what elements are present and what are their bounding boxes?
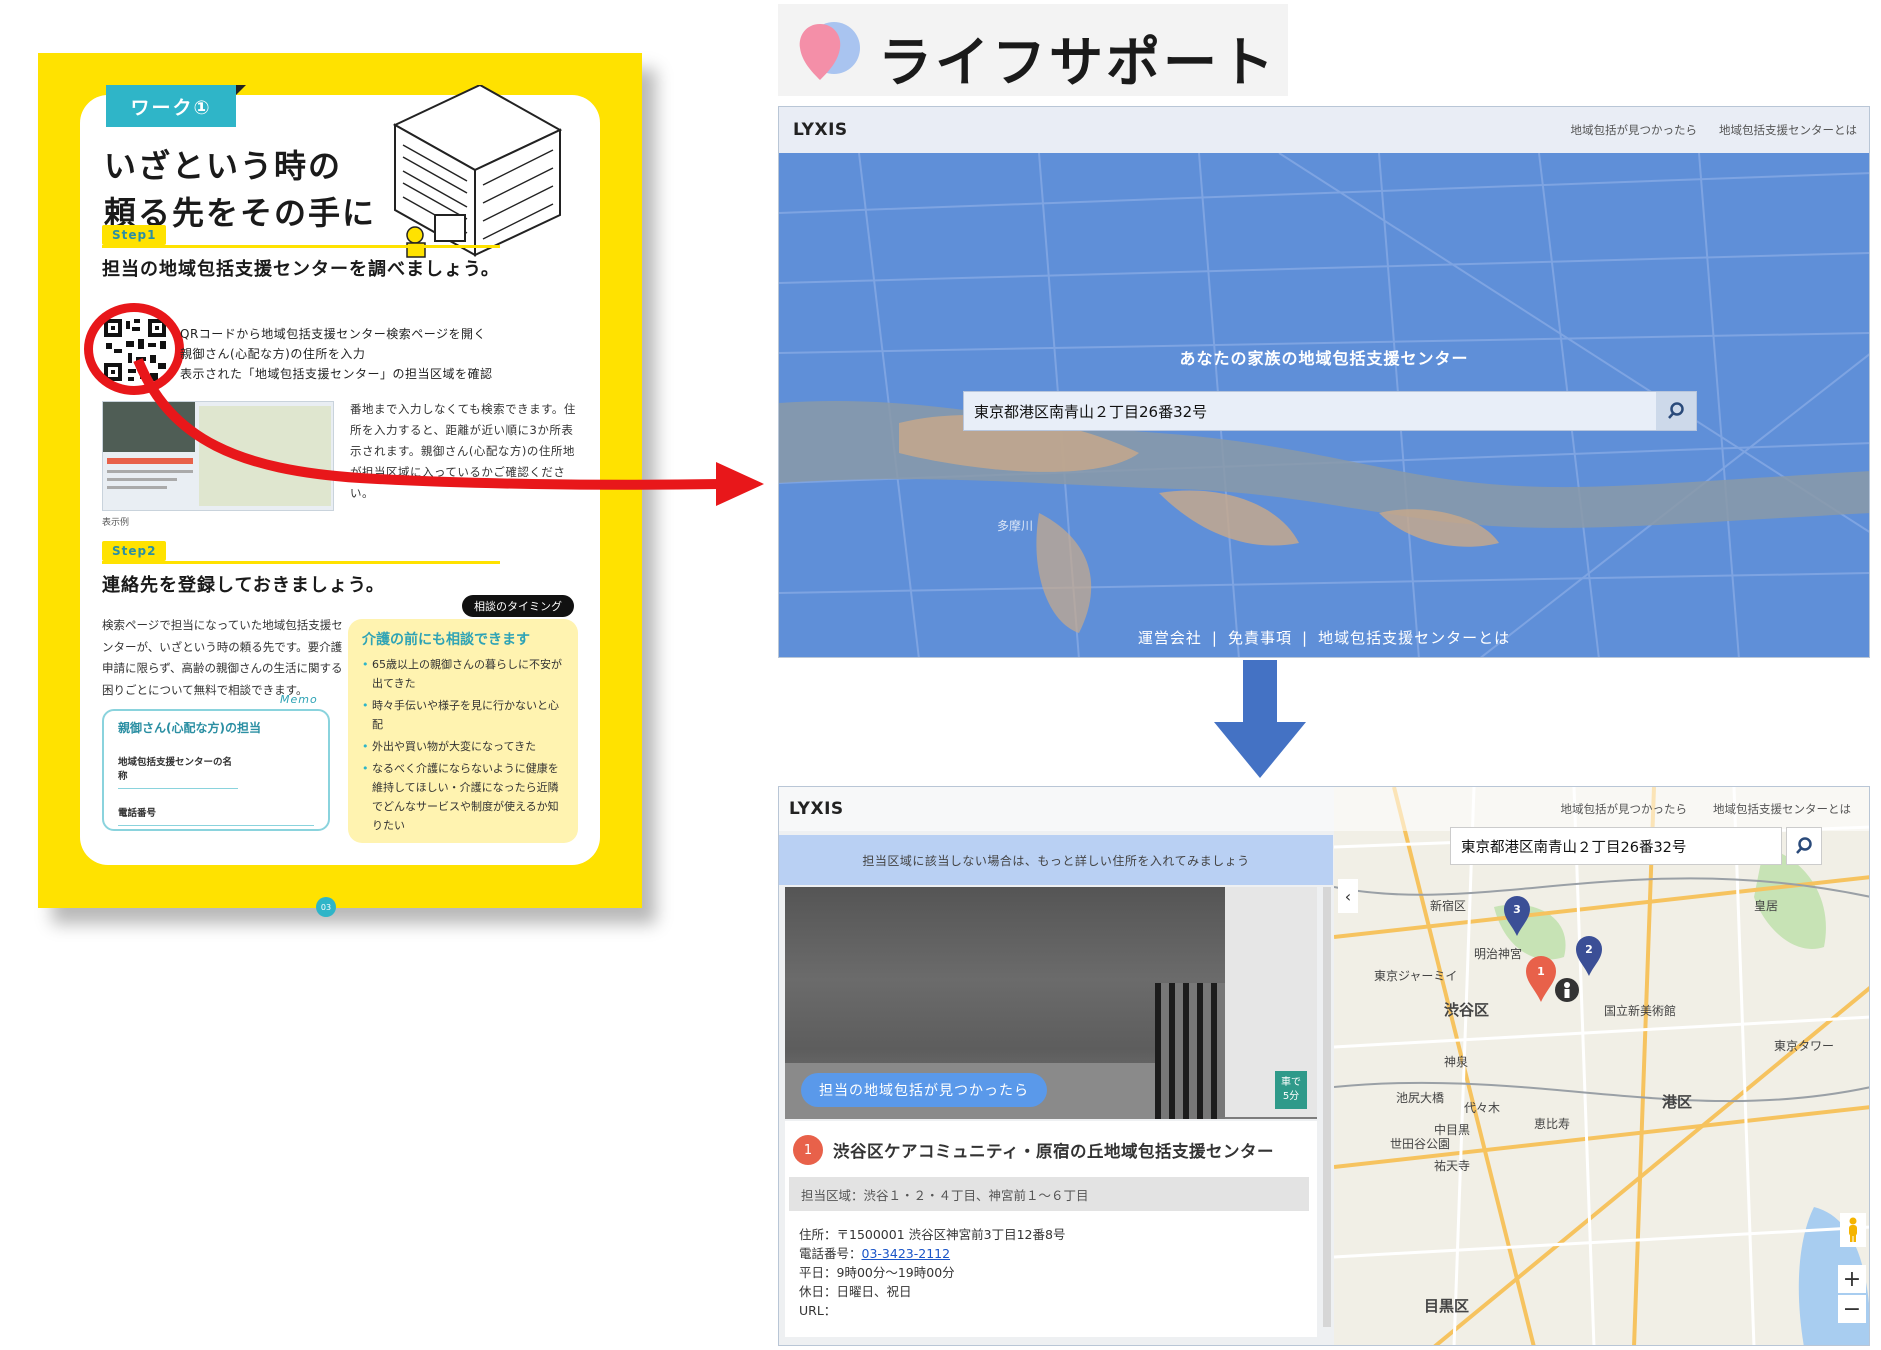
nav-link-about[interactable]: 地域包括支援センターとは xyxy=(1713,801,1851,817)
heart-logo-icon xyxy=(799,22,860,80)
travel-time-badge: 車で 5分 xyxy=(1275,1071,1307,1109)
map-search-input[interactable]: 東京都港区南青山２丁目26番32号 xyxy=(1450,827,1782,865)
result-list-scrollbar[interactable] xyxy=(1323,887,1331,1327)
result-number-badge: 1 xyxy=(793,1135,823,1165)
notice-banner: 担当区域に該当しない場合は、もっと詳しい住所を入れてみましょう xyxy=(779,835,1333,885)
weekday-hours: 平日：9時00分～19時00分 xyxy=(799,1265,955,1280)
footer-link-about[interactable]: 地域包括支援センターとは xyxy=(1318,629,1510,647)
map-label-minato: 港区 xyxy=(1662,1093,1693,1111)
map-label-ebisu: 恵比寿 xyxy=(1534,1117,1571,1131)
holidays: 休日：日曜日、祝日 xyxy=(799,1284,912,1299)
life-support-navi-logo: ライフサポートナビ xyxy=(778,4,1288,173)
footer-link-disclaimer[interactable]: 免責事項 xyxy=(1228,629,1292,647)
map-pin-number: 3 xyxy=(1513,903,1521,916)
found-center-button[interactable]: 担当の地域包括が見つかったら xyxy=(801,1073,1047,1107)
map-search-button[interactable] xyxy=(1786,827,1822,865)
map-label-art-center: 国立新美術館 xyxy=(1604,1004,1677,1018)
map-pin-2[interactable]: 2 xyxy=(1574,935,1604,977)
nav-link-found[interactable]: 地域包括が見つかったら xyxy=(1561,801,1688,817)
nav-link-found[interactable]: 地域包括が見つかったら xyxy=(1571,122,1698,138)
photo-fence xyxy=(1155,983,1225,1119)
map-label-river: 多摩川 xyxy=(997,519,1034,533)
zoom-out-button[interactable]: − xyxy=(1838,1295,1866,1323)
center-phone-row: 電話番号：03-3423-2112 xyxy=(799,1244,1065,1263)
center-street-photo: 担当の地域包括が見つかったら 車で 5分 xyxy=(785,887,1317,1119)
hero-title: あなたの家族の地域包括支援センター xyxy=(1179,349,1469,368)
map-label-tokyo-tower: 東京タワー xyxy=(1774,1039,1835,1053)
search-page-header: LYXIS 地域包括が見つかったら 地域包括支援センターとは xyxy=(779,107,1869,153)
center-details: 住所：〒1500001 渋谷区神宮前3丁目12番8号 電話番号：03-3423-… xyxy=(799,1225,1065,1320)
search-icon xyxy=(1796,837,1812,854)
map-label-yutenji: 祐天寺 xyxy=(1434,1159,1471,1173)
phone-label: 電話番号： xyxy=(799,1246,862,1261)
map-pin-number: 1 xyxy=(1537,965,1545,978)
brand-logo[interactable]: LYXIS xyxy=(793,120,848,140)
address-search-bar xyxy=(963,391,1697,431)
map-label-kokyo: 皇居 xyxy=(1754,899,1779,913)
result-card[interactable]: 1 渋谷区ケアコミュニティ・原宿の丘地域包括支援センター 担当区域：渋谷１・２・… xyxy=(785,1121,1317,1337)
map-label-meiji-jingu: 明治神宮 xyxy=(1474,947,1523,961)
phone-link[interactable]: 03-3423-2112 xyxy=(862,1246,951,1261)
center-url: URL： xyxy=(799,1303,837,1318)
result-map-graphic xyxy=(1334,787,1869,1345)
result-map[interactable]: 新宿区 渋谷区 港区 目黒区 東京タワー 明治神宮 恵比寿 代々木 神泉 池尻大… xyxy=(1334,787,1869,1345)
search-button[interactable] xyxy=(1656,392,1696,430)
footer-link-company[interactable]: 運営会社 xyxy=(1138,629,1202,647)
map-label-meguro: 目黒区 xyxy=(1424,1297,1470,1315)
blue-down-arrow xyxy=(1214,660,1306,778)
map-pin-3[interactable]: 3 xyxy=(1502,895,1532,937)
map-label-mosque: 東京ジャーミイ xyxy=(1374,969,1458,983)
zoom-in-button[interactable]: + xyxy=(1838,1265,1866,1293)
brand-logo[interactable]: LYXIS xyxy=(789,799,844,819)
current-location-icon[interactable] xyxy=(1554,977,1580,1003)
chevron-left-icon[interactable]: ‹ xyxy=(1338,879,1358,913)
search-page-screenshot: LYXIS 地域包括が見つかったら 地域包括支援センターとは 多摩川 あなたの家… xyxy=(778,106,1870,658)
nav-link-about[interactable]: 地域包括支援センターとは xyxy=(1719,122,1857,138)
map-pin-1[interactable]: 1 xyxy=(1524,955,1558,1003)
map-label: 新宿区 xyxy=(1430,899,1467,913)
map-label-shinsen: 神泉 xyxy=(1444,1055,1469,1069)
map-label-shibuya: 渋谷区 xyxy=(1444,1001,1490,1019)
travel-mode: 車で xyxy=(1281,1077,1301,1088)
street-view-pegman-icon[interactable] xyxy=(1840,1213,1866,1247)
map-label-yoyogi: 代々木 xyxy=(1464,1101,1501,1115)
map-pin-number: 2 xyxy=(1585,943,1593,956)
service-area: 担当区域：渋谷１・２・４丁目、神宮前１～６丁目 xyxy=(789,1177,1309,1211)
travel-time: 5分 xyxy=(1282,1091,1300,1102)
result-page-screenshot: 新宿区 渋谷区 港区 目黒区 東京タワー 明治神宮 恵比寿 代々木 神泉 池尻大… xyxy=(778,786,1870,1346)
address-search-input[interactable] xyxy=(964,392,1656,430)
map-label-ikejiri: 池尻大橋 xyxy=(1396,1091,1445,1105)
search-icon xyxy=(1668,402,1684,419)
center-name: 渋谷区ケアコミュニティ・原宿の丘地域包括支援センター xyxy=(833,1142,1275,1161)
center-address: 住所：〒1500001 渋谷区神宮前3丁目12番8号 xyxy=(799,1227,1066,1242)
footer-links: 運営会社 | 免責事項 | 地域包括支援センターとは xyxy=(1137,629,1511,647)
map-label-setagaya-park: 世田谷公園 xyxy=(1390,1137,1451,1151)
result-page-header: LYXIS 地域包括が見つかったら 地域包括支援センターとは xyxy=(779,787,1869,831)
